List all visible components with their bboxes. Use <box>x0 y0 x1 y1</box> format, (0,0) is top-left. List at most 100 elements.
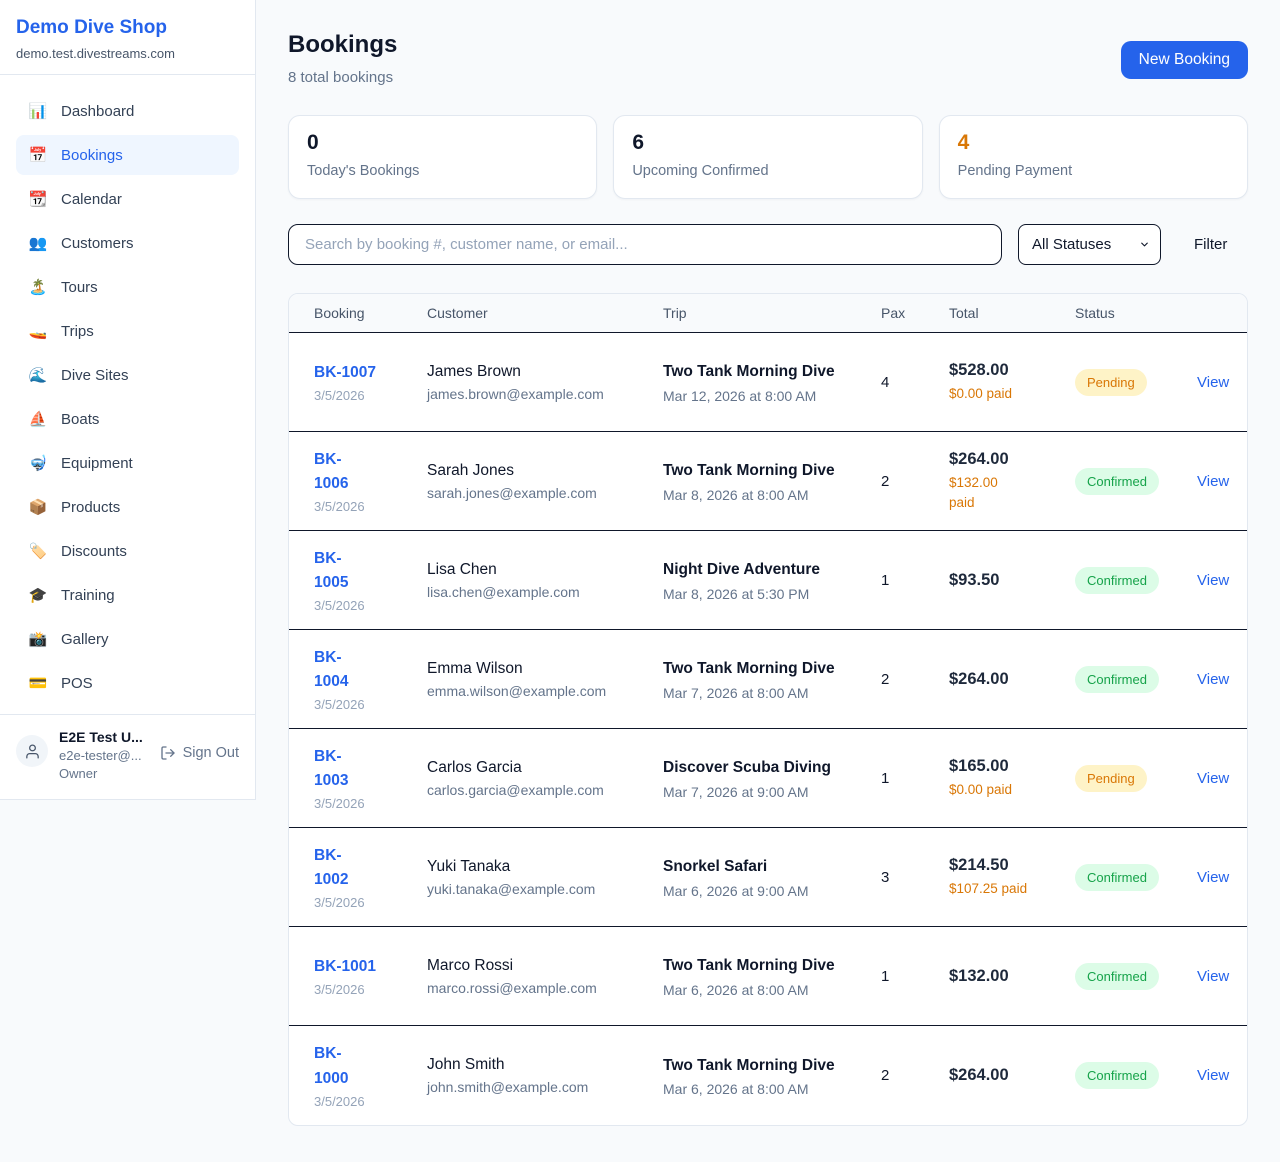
filter-button[interactable]: Filter <box>1194 236 1227 253</box>
column-header-trip: Trip <box>663 305 881 321</box>
calendar-icon: 📅 <box>28 146 48 164</box>
sidebar-item-training[interactable]: 🎓 Training <box>16 575 239 615</box>
status-select[interactable]: All Statuses <box>1018 224 1161 265</box>
view-link[interactable]: View <box>1197 374 1229 391</box>
customer-name: John Smith <box>427 1056 663 1074</box>
sidebar-item-label: Training <box>61 587 115 604</box>
table-row: BK-1006 3/5/2026 Sarah Jones sarah.jones… <box>289 432 1247 531</box>
sidebar-item-tours[interactable]: 🏝️ Tours <box>16 267 239 307</box>
customer-name: Carlos Garcia <box>427 759 663 777</box>
trip-time: Mar 6, 2026 at 9:00 AM <box>663 883 881 899</box>
customer-name: Marco Rossi <box>427 957 663 975</box>
booking-id-link[interactable]: BK-1001 <box>314 955 376 979</box>
customer-email: john.smith@example.com <box>427 1079 663 1095</box>
status-badge: Confirmed <box>1075 864 1159 891</box>
page-header: Bookings 8 total bookings New Booking <box>288 25 1248 86</box>
customer-name: Yuki Tanaka <box>427 858 663 876</box>
total-amount: $264.00 <box>949 670 1075 689</box>
total-amount: $264.00 <box>949 450 1075 469</box>
booking-id-link[interactable]: BK-1005 <box>314 547 360 595</box>
stat-cards: 0 Today's Bookings 6 Upcoming Confirmed … <box>288 115 1248 199</box>
booking-id-link[interactable]: BK-1002 <box>314 844 360 892</box>
sidebar-item-label: Customers <box>61 235 134 252</box>
trip-name: Night Dive Adventure <box>663 558 835 581</box>
total-amount: $132.00 <box>949 967 1075 986</box>
main-content: Bookings 8 total bookings New Booking 0 … <box>256 0 1280 1162</box>
user-name: E2E Test U... <box>59 729 143 745</box>
view-link[interactable]: View <box>1197 869 1229 886</box>
shop-domain: demo.test.divestreams.com <box>16 46 239 61</box>
sidebar-item-bookings[interactable]: 📅 Bookings <box>16 135 239 175</box>
customer-email: marco.rossi@example.com <box>427 980 663 996</box>
shop-name: Demo Dive Shop <box>16 17 239 39</box>
sidebar-item-trips[interactable]: 🚤 Trips <box>16 311 239 351</box>
pax-count: 2 <box>881 671 949 688</box>
customer-name: James Brown <box>427 363 663 381</box>
sidebar-item-equipment[interactable]: 🤿 Equipment <box>16 443 239 483</box>
user-section: E2E Test U... e2e-tester@... Owner Sign … <box>0 714 255 799</box>
booking-id-link[interactable]: BK-1004 <box>314 646 360 694</box>
trip-time: Mar 8, 2026 at 5:30 PM <box>663 586 881 602</box>
trip-name: Two Tank Morning Dive <box>663 1054 835 1077</box>
trip-name: Two Tank Morning Dive <box>663 360 835 383</box>
trip-name: Discover Scuba Diving <box>663 756 835 779</box>
view-link[interactable]: View <box>1197 473 1229 490</box>
logout-icon <box>160 745 176 761</box>
customer-email: carlos.garcia@example.com <box>427 782 663 798</box>
sidebar-item-label: POS <box>61 675 93 692</box>
booking-date: 3/5/2026 <box>314 499 427 514</box>
stat-value: 4 <box>958 131 1229 155</box>
sidebar-nav: 📊 Dashboard 📅 Bookings 📆 Calendar 👥 Cust… <box>0 75 255 703</box>
trip-time: Mar 6, 2026 at 8:00 AM <box>663 1081 881 1097</box>
tear-calendar-icon: 📆 <box>28 190 48 208</box>
booking-id-link[interactable]: BK-1007 <box>314 361 376 385</box>
view-link[interactable]: View <box>1197 770 1229 787</box>
table-row: BK-1002 3/5/2026 Yuki Tanaka yuki.tanaka… <box>289 828 1247 927</box>
sidebar-item-customers[interactable]: 👥 Customers <box>16 223 239 263</box>
sidebar-item-calendar[interactable]: 📆 Calendar <box>16 179 239 219</box>
sidebar-item-discounts[interactable]: 🏷️ Discounts <box>16 531 239 571</box>
package-icon: 📦 <box>28 498 48 516</box>
column-header-total: Total <box>949 305 1075 321</box>
booking-id-link[interactable]: BK-1003 <box>314 745 360 793</box>
tag-icon: 🏷️ <box>28 542 48 560</box>
stat-card-upcoming-confirmed: 6 Upcoming Confirmed <box>613 115 922 199</box>
amount-paid: $132.00 paid <box>949 473 1007 512</box>
sidebar-item-boats[interactable]: ⛵ Boats <box>16 399 239 439</box>
sidebar-item-products[interactable]: 📦 Products <box>16 487 239 527</box>
sign-out-button[interactable]: Sign Out <box>160 745 239 761</box>
new-booking-button[interactable]: New Booking <box>1121 41 1248 79</box>
view-link[interactable]: View <box>1197 968 1229 985</box>
user-email: e2e-tester@... <box>59 748 143 763</box>
pax-count: 4 <box>881 374 949 391</box>
sidebar-item-label: Dashboard <box>61 103 134 120</box>
sailboat-icon: ⛵ <box>28 410 48 428</box>
sidebar-item-dashboard[interactable]: 📊 Dashboard <box>16 91 239 131</box>
customer-name: Lisa Chen <box>427 561 663 579</box>
trip-time: Mar 8, 2026 at 8:00 AM <box>663 487 881 503</box>
people-icon: 👥 <box>28 234 48 252</box>
search-input[interactable] <box>288 224 1002 265</box>
trip-name: Two Tank Morning Dive <box>663 459 835 482</box>
view-link[interactable]: View <box>1197 1067 1229 1084</box>
speedboat-icon: 🚤 <box>28 322 48 340</box>
booking-date: 3/5/2026 <box>314 388 427 403</box>
sidebar-item-pos[interactable]: 💳 POS <box>16 663 239 703</box>
bookings-table: Booking Customer Trip Pax Total Status B… <box>288 293 1248 1126</box>
sidebar-item-dive-sites[interactable]: 🌊 Dive Sites <box>16 355 239 395</box>
booking-id-link[interactable]: BK-1000 <box>314 1042 360 1090</box>
sidebar-item-gallery[interactable]: 📸 Gallery <box>16 619 239 659</box>
camera-icon: 📸 <box>28 630 48 648</box>
amount-paid: $107.25 paid <box>949 879 1075 899</box>
total-amount: $264.00 <box>949 1066 1075 1085</box>
pax-count: 3 <box>881 869 949 886</box>
booking-id-link[interactable]: BK-1006 <box>314 448 360 496</box>
table-body: BK-1007 3/5/2026 James Brown james.brown… <box>289 333 1247 1125</box>
user-icon <box>24 743 41 760</box>
customer-email: yuki.tanaka@example.com <box>427 881 663 897</box>
trip-name: Two Tank Morning Dive <box>663 954 835 977</box>
customer-email: lisa.chen@example.com <box>427 584 663 600</box>
view-link[interactable]: View <box>1197 572 1229 589</box>
view-link[interactable]: View <box>1197 671 1229 688</box>
customer-name: Sarah Jones <box>427 462 663 480</box>
